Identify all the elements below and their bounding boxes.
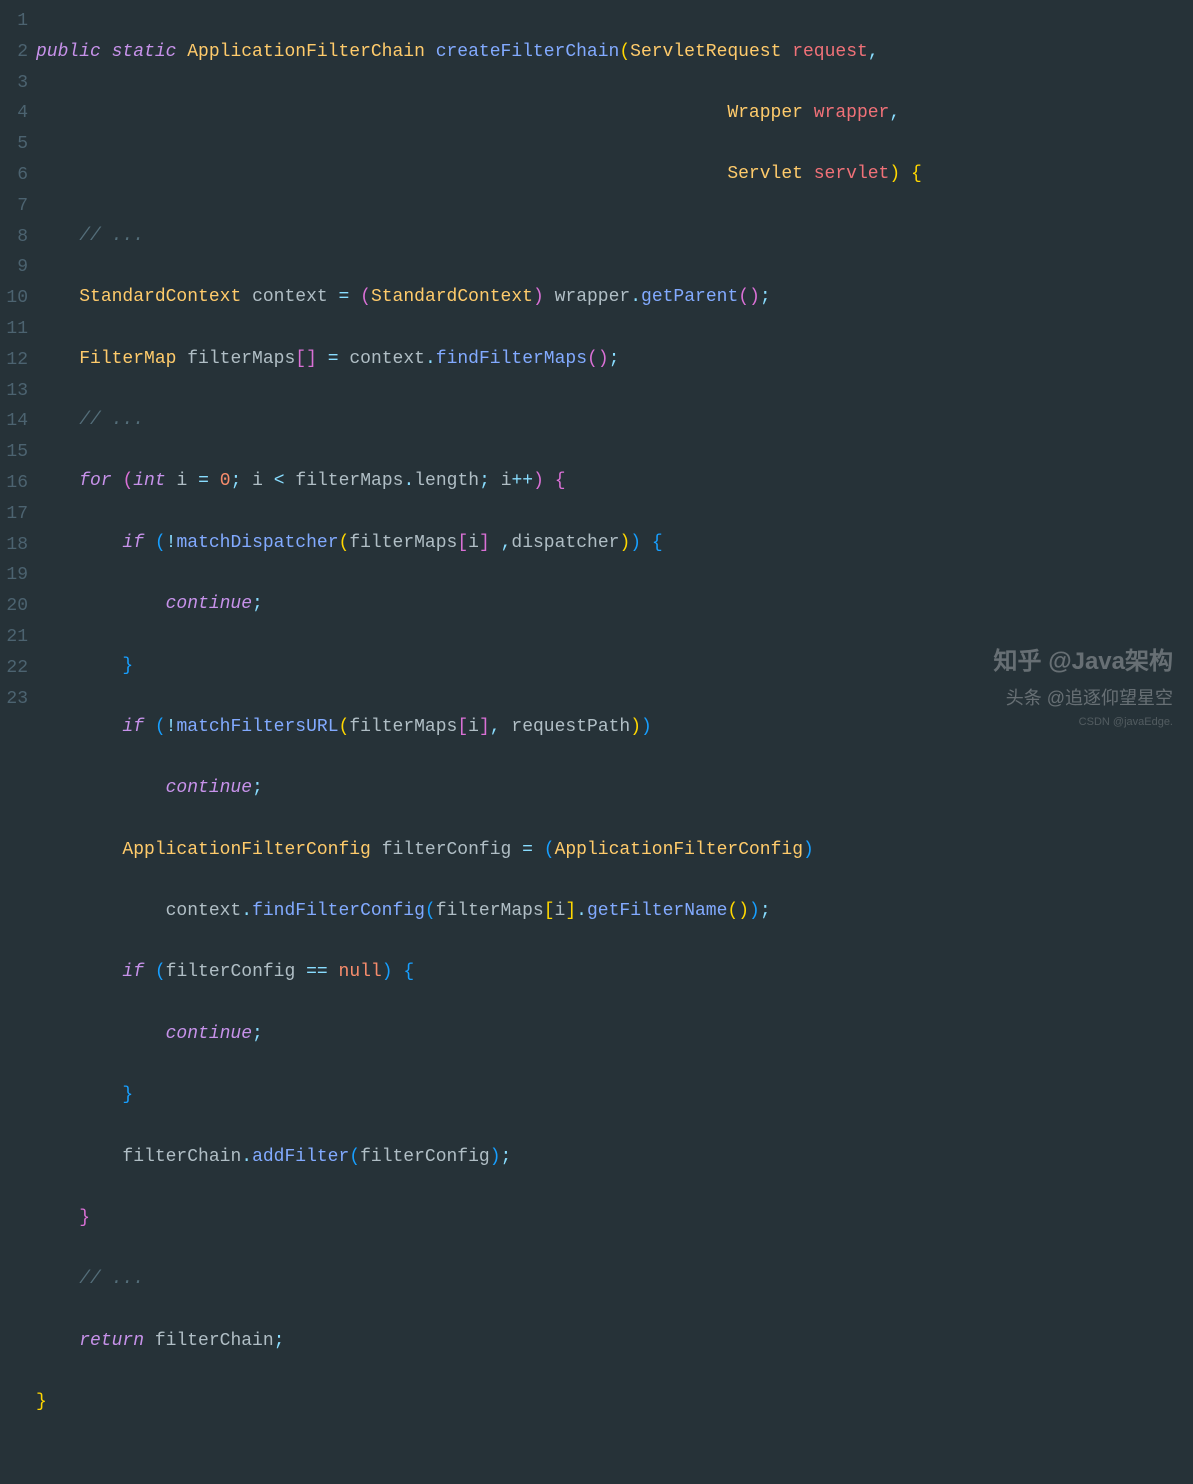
line-number: 22 xyxy=(0,653,28,684)
code-line: if (filterConfig == null) { xyxy=(36,957,1193,988)
code-line: continue; xyxy=(36,773,1193,804)
line-number: 5 xyxy=(0,129,28,160)
line-number: 11 xyxy=(0,314,28,345)
code-line: for (int i = 0; i < filterMaps.length; i… xyxy=(36,466,1193,497)
code-line: continue; xyxy=(36,1019,1193,1050)
line-number: 7 xyxy=(0,191,28,222)
line-gutter: 1 2 3 4 5 6 7 8 9 10 11 12 13 14 15 16 1… xyxy=(0,6,36,1479)
line-number: 10 xyxy=(0,283,28,314)
line-number: 23 xyxy=(0,684,28,715)
line-number: 19 xyxy=(0,560,28,591)
line-number: 13 xyxy=(0,376,28,407)
line-number: 9 xyxy=(0,252,28,283)
code-line: ApplicationFilterConfig filterConfig = (… xyxy=(36,835,1193,866)
code-line: StandardContext context = (StandardConte… xyxy=(36,282,1193,313)
line-number: 12 xyxy=(0,345,28,376)
code-line: continue; xyxy=(36,589,1193,620)
code-line: FilterMap filterMaps[] = context.findFil… xyxy=(36,344,1193,375)
code-line: context.findFilterConfig(filterMaps[i].g… xyxy=(36,896,1193,927)
line-number: 2 xyxy=(0,37,28,68)
watermark-line: 头条 @追逐仰望星空 xyxy=(994,683,1173,714)
code-line: Wrapper wrapper, xyxy=(36,98,1193,129)
line-number: 4 xyxy=(0,98,28,129)
line-number: 15 xyxy=(0,437,28,468)
line-number: 20 xyxy=(0,591,28,622)
line-number: 8 xyxy=(0,222,28,253)
code-content: public static ApplicationFilterChain cre… xyxy=(36,6,1193,1479)
line-number: 16 xyxy=(0,468,28,499)
line-number: 21 xyxy=(0,622,28,653)
code-line: } xyxy=(36,1387,1193,1418)
line-number: 6 xyxy=(0,160,28,191)
line-number: 17 xyxy=(0,499,28,530)
code-line: Servlet servlet) { xyxy=(36,159,1193,190)
code-line: return filterChain; xyxy=(36,1326,1193,1357)
watermark: 知乎 @Java架构 头条 @追逐仰望星空 CSDN @javaEdge. xyxy=(994,642,1173,732)
line-number: 3 xyxy=(0,68,28,99)
code-line: if (!matchDispatcher(filterMaps[i] ,disp… xyxy=(36,528,1193,559)
code-line: // ... xyxy=(36,405,1193,436)
code-line: } xyxy=(36,1080,1193,1111)
line-number: 1 xyxy=(0,6,28,37)
code-line: public static ApplicationFilterChain cre… xyxy=(36,37,1193,68)
code-editor: 1 2 3 4 5 6 7 8 9 10 11 12 13 14 15 16 1… xyxy=(0,0,1193,1484)
code-line: // ... xyxy=(36,221,1193,252)
line-number: 14 xyxy=(0,406,28,437)
line-number: 18 xyxy=(0,530,28,561)
code-line: filterChain.addFilter(filterConfig); xyxy=(36,1142,1193,1173)
code-line: } xyxy=(36,1203,1193,1234)
watermark-line: CSDN @javaEdge. xyxy=(994,713,1173,732)
code-line: // ... xyxy=(36,1264,1193,1295)
watermark-line: 知乎 @Java架构 xyxy=(994,642,1173,683)
